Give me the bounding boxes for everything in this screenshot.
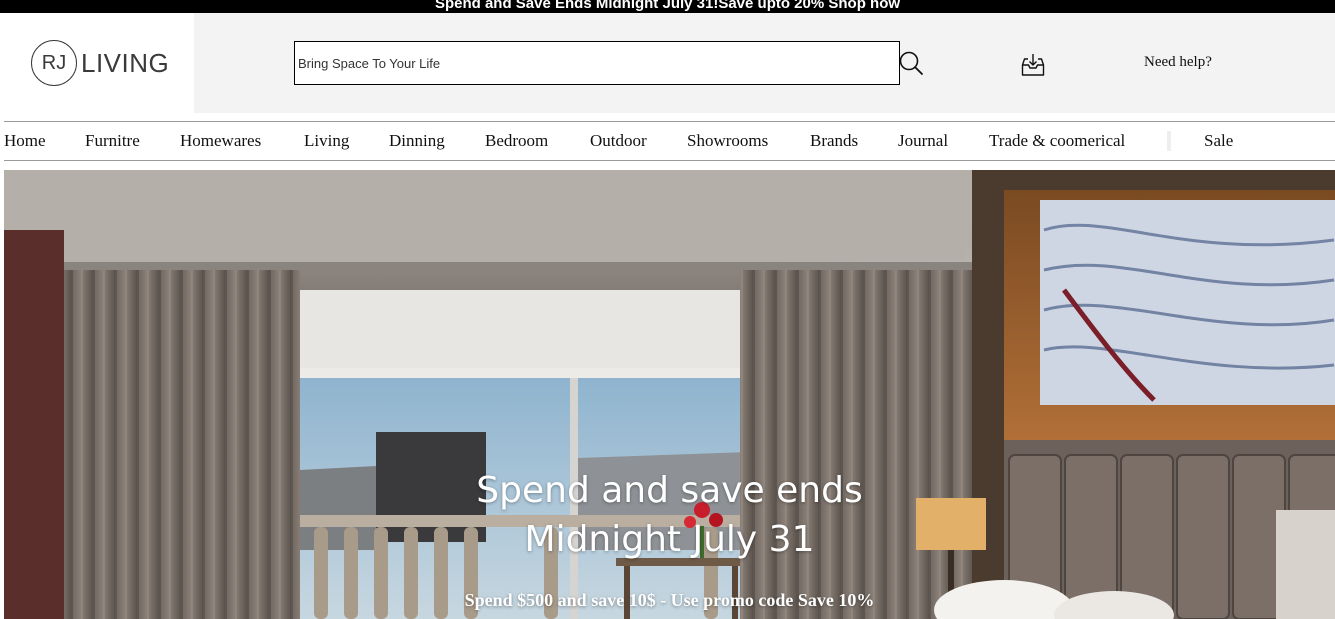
- nav-item-sale[interactable]: Sale: [1204, 131, 1233, 151]
- download-button[interactable]: [1019, 51, 1047, 79]
- nav-item-trade-commercial[interactable]: Trade & coomerical: [989, 131, 1125, 151]
- nav-item-dining[interactable]: Dinning: [389, 131, 445, 151]
- search-box: [294, 41, 900, 85]
- nav-item-showrooms[interactable]: Showrooms: [687, 131, 768, 151]
- logo-wordmark: LIVING: [81, 47, 170, 78]
- nav-item-homewares[interactable]: Homewares: [180, 131, 261, 151]
- logo-mark: RJ: [31, 40, 77, 86]
- search-icon: [899, 51, 923, 75]
- promo-banner[interactable]: Spend and Save Ends Midnight July 31!Sav…: [0, 0, 1335, 13]
- nav-item-living[interactable]: Living: [304, 131, 349, 151]
- download-tray-icon: [1021, 54, 1045, 76]
- site-header: RJ LIVING Need help?: [0, 13, 1335, 113]
- nav-item-bedroom[interactable]: Bedroom: [485, 131, 548, 151]
- search-input[interactable]: [295, 42, 899, 84]
- promo-text[interactable]: Spend and Save Ends Midnight July 31!Sav…: [435, 0, 900, 12]
- nav-item-home[interactable]: Home: [4, 131, 46, 151]
- nav-item-furniture[interactable]: Furnitre: [85, 131, 140, 151]
- search-button[interactable]: [898, 50, 924, 76]
- hero-banner[interactable]: Spend and save ends Midnight July 31 Spe…: [4, 170, 1335, 619]
- nav-divider: [1167, 131, 1171, 151]
- logo[interactable]: RJ LIVING: [31, 39, 169, 87]
- logo-area: RJ LIVING: [0, 13, 194, 113]
- nav-item-brands[interactable]: Brands: [810, 131, 858, 151]
- need-help-link[interactable]: Need help?: [1144, 54, 1212, 71]
- nav-item-journal[interactable]: Journal: [898, 131, 948, 151]
- nav-item-outdoor[interactable]: Outdoor: [590, 131, 647, 151]
- main-nav: Home Furnitre Homewares Living Dinning B…: [4, 121, 1335, 161]
- hero-title-line2: Midnight July 31: [524, 519, 815, 560]
- hero-subtitle: Spend $500 and save 10$ - Use promo code…: [464, 590, 875, 610]
- hero-title-line1: Spend and save ends: [476, 470, 863, 511]
